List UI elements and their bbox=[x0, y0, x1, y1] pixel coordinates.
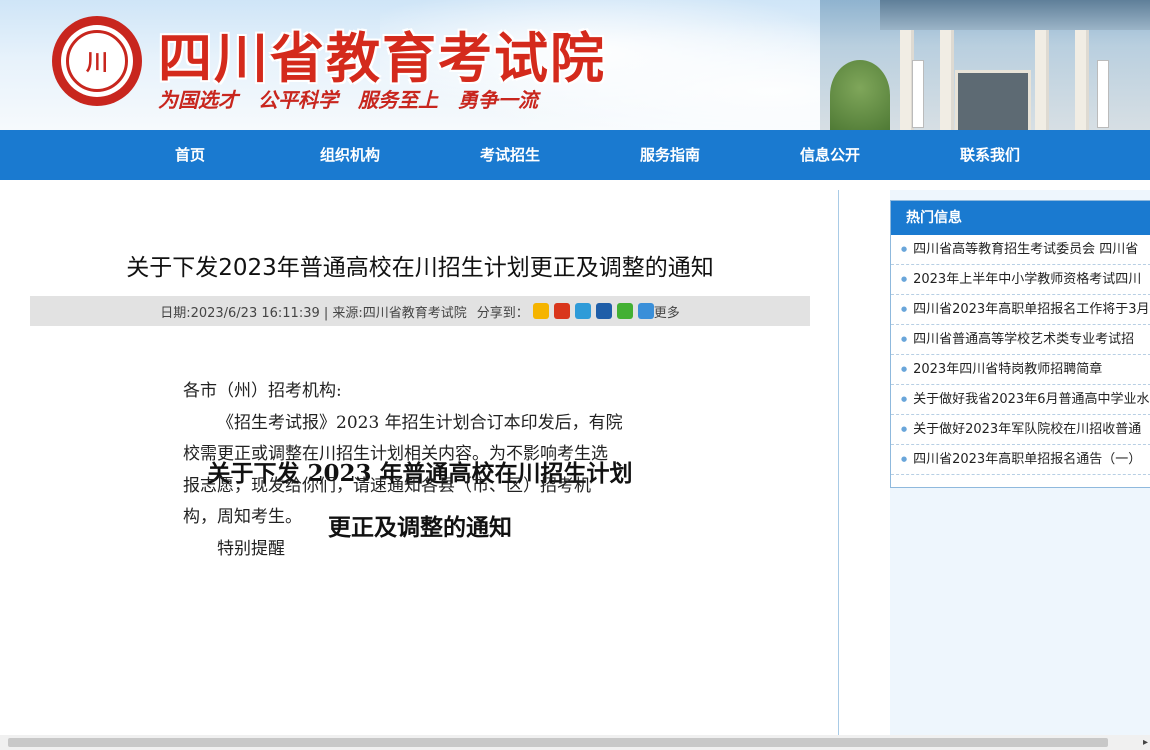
document-paragraph-line: 报志愿，现发给你们，请速通知各县（市、区）招考机 bbox=[183, 475, 591, 496]
nav-item-home[interactable]: 首页 bbox=[130, 130, 250, 180]
article-title: 关于下发2023年普通高校在川招生计划更正及调整的通知 bbox=[126, 255, 714, 281]
hot-info-title: 热门信息 bbox=[891, 201, 1150, 235]
tree-decoration bbox=[830, 60, 890, 130]
hot-info-item[interactable]: 四川省2023年高职单招报名工作将于3月 bbox=[891, 295, 1150, 325]
slogan-part: 服务至上 bbox=[358, 88, 438, 112]
article-meta-bar: 日期:2023/6/23 16:11:39 | 来源:四川省教育考试院 分享到：… bbox=[30, 296, 810, 326]
weibo-share-icon[interactable] bbox=[553, 303, 570, 319]
slogan: 为国选才 公平科学 服务至上 勇争一流 bbox=[158, 84, 538, 113]
nav-item-contact[interactable]: 联系我们 bbox=[930, 130, 1050, 180]
building-column bbox=[1075, 30, 1089, 130]
nav-item-organization[interactable]: 组织机构 bbox=[290, 130, 410, 180]
building-column bbox=[1035, 30, 1049, 130]
building-column bbox=[940, 30, 954, 130]
article-meta: 日期:2023/6/23 16:11:39 | 来源:四川省教育考试院 bbox=[160, 305, 467, 321]
emblem-ring: 川 bbox=[61, 25, 133, 97]
emblem-icon[interactable]: 川 bbox=[52, 16, 142, 106]
slogan-part: 为国选才 bbox=[158, 88, 238, 112]
nav-item-info-disclosure[interactable]: 信息公开 bbox=[770, 130, 890, 180]
share-icons bbox=[532, 303, 654, 319]
hot-info-item[interactable]: 2023年四川省特岗教师招聘简章 bbox=[891, 355, 1150, 385]
document-paragraph-line: 构，周知考生。 bbox=[183, 507, 302, 527]
horizontal-scrollbar[interactable]: ▸ bbox=[0, 735, 1150, 750]
qzone-share-icon[interactable] bbox=[532, 303, 549, 319]
slogan-part: 勇争一流 bbox=[458, 88, 538, 112]
tencent-weibo-share-icon[interactable] bbox=[574, 303, 591, 319]
document-partial-line: 特别提醒 bbox=[217, 538, 285, 559]
building-sign bbox=[912, 60, 924, 128]
main-nav: 首页 组织机构 考试招生 服务指南 信息公开 联系我们 bbox=[0, 130, 1150, 180]
hot-info-item[interactable]: 关于做好2023年军队院校在川招收普通 bbox=[891, 415, 1150, 445]
hot-info-item[interactable]: 关于做好我省2023年6月普通高中学业水 bbox=[891, 385, 1150, 415]
hot-info-panel: 热门信息 四川省高等教育招生考试委员会 四川省 2023年上半年中小学教师资格考… bbox=[890, 200, 1150, 488]
hot-info-item[interactable]: 2023年上半年中小学教师资格考试四川 bbox=[891, 265, 1150, 295]
document-paragraph-line: 校需更正或调整在川招生计划相关内容。为不影响考生选 bbox=[183, 444, 608, 464]
wechat-share-icon[interactable] bbox=[616, 303, 633, 319]
hot-info-item[interactable]: 四川省2023年高职单招报名通告（一） bbox=[891, 445, 1150, 475]
hot-info-item[interactable]: 四川省高等教育招生考试委员会 四川省 bbox=[891, 235, 1150, 265]
site-header: 川 四川省教育考试院 为国选才 公平科学 服务至上 勇争一流 bbox=[0, 0, 1150, 130]
share-more-link[interactable]: 更多 bbox=[654, 302, 680, 321]
scrollbar-thumb[interactable] bbox=[8, 738, 1108, 747]
nav-item-exams[interactable]: 考试招生 bbox=[450, 130, 570, 180]
more-share-icon[interactable] bbox=[637, 303, 654, 319]
slogan-part: 公平科学 bbox=[258, 88, 338, 112]
share-label: 分享到： bbox=[476, 305, 529, 321]
document-body: 各市（州）招考机构: 《招生考试报》2023 年招生计划合订本印发后，有院 校需… bbox=[183, 376, 653, 565]
document-salutation: 各市（州）招考机构: bbox=[183, 381, 342, 401]
renren-share-icon[interactable] bbox=[595, 303, 612, 319]
site-title: 四川省教育考试院 bbox=[158, 27, 606, 90]
building-entrance bbox=[955, 70, 1031, 130]
building-sign bbox=[1097, 60, 1109, 128]
building-roof bbox=[880, 0, 1150, 30]
emblem-mark: 川 bbox=[66, 30, 128, 92]
nav-item-service-guide[interactable]: 服务指南 bbox=[610, 130, 730, 180]
scroll-right-icon[interactable]: ▸ bbox=[1143, 735, 1148, 750]
building-photo bbox=[820, 0, 1150, 130]
hot-info-item[interactable]: 四川省普通高等学校艺术类专业考试招 bbox=[891, 325, 1150, 355]
document-paragraph-line: 《招生考试报》2023 年招生计划合订本印发后，有院 bbox=[217, 412, 623, 433]
